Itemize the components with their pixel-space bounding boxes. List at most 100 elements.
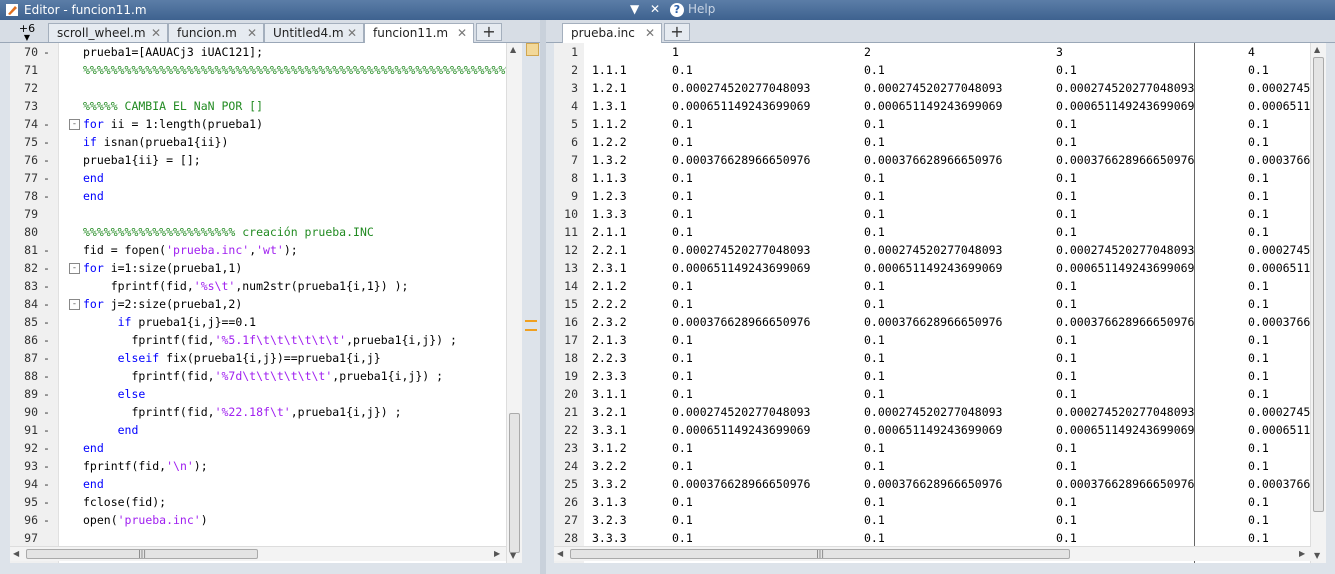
- file-line[interactable]: 15 2.2.2 0.1 0.1 0.1 0.1: [554, 295, 1311, 313]
- code-line[interactable]: 84- - for j=2:size(prueba1,2): [10, 295, 506, 313]
- breakpoint-marker[interactable]: -: [43, 511, 50, 529]
- code-line[interactable]: 72: [10, 79, 506, 97]
- code-line[interactable]: 70- prueba1=[AAUACj3 iUAC121];: [10, 43, 506, 61]
- file-line[interactable]: 13 2.3.1 0.000651149243699069 0.00065114924…: [554, 259, 1311, 277]
- breakpoint-marker[interactable]: -: [43, 439, 50, 457]
- fold-toggle-icon[interactable]: -: [69, 263, 80, 274]
- code-line[interactable]: 92- end: [10, 439, 506, 457]
- scroll-right-arrow-icon[interactable]: ▶: [494, 549, 500, 558]
- file-line[interactable]: 17 2.1.3 0.1 0.1 0.1 0.1: [554, 331, 1311, 349]
- tab-close-icon[interactable]: ✕: [645, 26, 655, 40]
- file-line[interactable]: 7 1.3.2 0.000376628966650976 0.000376628966…: [554, 151, 1311, 169]
- breakpoint-marker[interactable]: -: [43, 259, 50, 277]
- breakpoint-marker[interactable]: -: [43, 151, 50, 169]
- code-line[interactable]: 97: [10, 529, 506, 547]
- file-line[interactable]: 28 3.3.3 0.1 0.1 0.1 0.1: [554, 529, 1311, 547]
- file-content[interactable]: 1 1 2 3 4 2 1.1.1 0.1 0.1 0.1 0.1 3 1.2.1 0.000274520…: [554, 43, 1311, 563]
- file-line[interactable]: 22 3.3.1 0.000651149243699069 0.00065114924…: [554, 421, 1311, 439]
- fold-toggle-icon[interactable]: -: [69, 119, 80, 130]
- code-line[interactable]: 71%%%%%%%%%%%%%%%%%%%%%%%%%%%%%%%%%%%%%%…: [10, 61, 506, 79]
- code-line[interactable]: 82- - for i=1:size(prueba1,1): [10, 259, 506, 277]
- code-line[interactable]: 81- fid = fopen('prueba.inc','wt');: [10, 241, 506, 259]
- breakpoint-marker[interactable]: -: [43, 331, 50, 349]
- tab-close-icon[interactable]: ✕: [457, 26, 467, 40]
- file-line[interactable]: 14 2.1.2 0.1 0.1 0.1 0.1: [554, 277, 1311, 295]
- file-line[interactable]: 5 1.1.2 0.1 0.1 0.1 0.1: [554, 115, 1311, 133]
- code-line[interactable]: 76- prueba1{ii} = [];: [10, 151, 506, 169]
- file-line[interactable]: 24 3.2.2 0.1 0.1 0.1 0.1: [554, 457, 1311, 475]
- breakpoint-marker[interactable]: -: [43, 313, 50, 331]
- file-line[interactable]: 23 3.1.2 0.1 0.1 0.1 0.1: [554, 439, 1311, 457]
- code-line[interactable]: 80 %%%%%%%%%%%%%%%%%%%%%% creación prueba…: [10, 223, 506, 241]
- breakpoint-marker[interactable]: -: [43, 367, 50, 385]
- dock-menu-icon[interactable]: ▼: [630, 2, 639, 16]
- scroll-up-arrow-icon[interactable]: ▲: [1314, 45, 1320, 54]
- file-line[interactable]: 1 1 2 3 4: [554, 43, 1311, 61]
- breakpoint-marker[interactable]: -: [43, 421, 50, 439]
- close-icon[interactable]: ✕: [650, 2, 660, 16]
- warning-marker-icon[interactable]: [525, 320, 537, 331]
- code-analyzer-status-icon[interactable]: [526, 43, 539, 56]
- tab-funcion11[interactable]: funcion11.m ✕: [364, 23, 474, 43]
- tab-prueba-inc[interactable]: prueba.inc ✕: [562, 23, 662, 43]
- breakpoint-marker[interactable]: -: [43, 43, 50, 61]
- help-button[interactable]: ? Help: [670, 2, 715, 17]
- file-line[interactable]: 20 3.1.1 0.1 0.1 0.1 0.1: [554, 385, 1311, 403]
- breakpoint-marker[interactable]: -: [43, 385, 50, 403]
- file-line[interactable]: 25 3.3.2 0.000376628966650976 0.00037662896…: [554, 475, 1311, 493]
- scroll-up-arrow-icon[interactable]: ▲: [510, 45, 516, 54]
- scroll-right-arrow-icon[interactable]: ▶: [1299, 549, 1305, 558]
- scroll-left-arrow-icon[interactable]: ◀: [557, 549, 563, 558]
- breakpoint-marker[interactable]: -: [43, 133, 50, 151]
- code-line[interactable]: 95- fclose(fid);: [10, 493, 506, 511]
- breakpoint-marker[interactable]: -: [43, 115, 50, 133]
- scroll-left-arrow-icon[interactable]: ◀: [13, 549, 19, 558]
- file-line[interactable]: 26 3.1.3 0.1 0.1 0.1 0.1: [554, 493, 1311, 511]
- hscroll-thumb[interactable]: |||: [570, 549, 1070, 559]
- file-line[interactable]: 16 2.3.2 0.000376628966650976 0.00037662896…: [554, 313, 1311, 331]
- new-tab-button[interactable]: +: [664, 23, 690, 41]
- fold-toggle-icon[interactable]: -: [69, 299, 80, 310]
- code-line[interactable]: 86- fprintf(fid,'%5.1f\t\t\t\t\t\t',prue…: [10, 331, 506, 349]
- file-line[interactable]: 19 2.3.3 0.1 0.1 0.1 0.1: [554, 367, 1311, 385]
- code-line[interactable]: 96- open('prueba.inc'): [10, 511, 506, 529]
- tab-scroll-wheel[interactable]: scroll_wheel.m ✕: [48, 23, 168, 42]
- scroll-down-arrow-icon[interactable]: ▼: [1314, 551, 1320, 560]
- code-line[interactable]: 83- fprintf(fid,'%s\t',num2str(prueba1{i…: [10, 277, 506, 295]
- file-line[interactable]: 12 2.2.1 0.000274520277048093 0.00027452027…: [554, 241, 1311, 259]
- code-line[interactable]: 91- end: [10, 421, 506, 439]
- code-line[interactable]: 93- fprintf(fid,'\n');: [10, 457, 506, 475]
- file-line[interactable]: 27 3.2.3 0.1 0.1 0.1 0.1: [554, 511, 1311, 529]
- breakpoint-marker[interactable]: -: [43, 169, 50, 187]
- horizontal-scrollbar[interactable]: ◀ ||| ▶: [10, 546, 506, 561]
- breakpoint-marker[interactable]: -: [43, 277, 50, 295]
- breakpoint-marker[interactable]: -: [43, 295, 50, 313]
- breakpoint-marker[interactable]: -: [43, 493, 50, 511]
- tab-close-icon[interactable]: ✕: [151, 26, 161, 40]
- file-line[interactable]: 21 3.2.1 0.000274520277048093 0.00027452027…: [554, 403, 1311, 421]
- code-line[interactable]: 78- end: [10, 187, 506, 205]
- scroll-thumb[interactable]: [1313, 57, 1324, 512]
- breakpoint-marker[interactable]: -: [43, 475, 50, 493]
- breakpoint-marker[interactable]: -: [43, 349, 50, 367]
- code-line[interactable]: 87- elseif fix(prueba1{i,j})==prueba1{i,…: [10, 349, 506, 367]
- code-line[interactable]: 79: [10, 205, 506, 223]
- file-line[interactable]: 10 1.3.3 0.1 0.1 0.1 0.1: [554, 205, 1311, 223]
- new-tab-button[interactable]: +: [476, 23, 502, 41]
- file-line[interactable]: 11 2.1.1 0.1 0.1 0.1 0.1: [554, 223, 1311, 241]
- file-line[interactable]: 18 2.2.3 0.1 0.1 0.1 0.1: [554, 349, 1311, 367]
- file-line[interactable]: 9 1.2.3 0.1 0.1 0.1 0.1: [554, 187, 1311, 205]
- scroll-down-arrow-icon[interactable]: ▼: [510, 551, 516, 560]
- breakpoint-marker[interactable]: -: [43, 457, 50, 475]
- vertical-scrollbar[interactable]: ▲ ▼: [1310, 43, 1326, 563]
- code-line[interactable]: 90- fprintf(fid,'%22.18f\t',prueba1{i,j}…: [10, 403, 506, 421]
- file-line[interactable]: 8 1.1.3 0.1 0.1 0.1 0.1: [554, 169, 1311, 187]
- breakpoint-marker[interactable]: -: [43, 187, 50, 205]
- vertical-scrollbar[interactable]: ▲ ▼: [506, 43, 522, 563]
- tab-overflow-button[interactable]: +6 ▼: [10, 22, 44, 42]
- horizontal-scrollbar[interactable]: ◀ ||| ▶: [554, 546, 1311, 561]
- code-line[interactable]: 88- fprintf(fid,'%7d\t\t\t\t\t\t',prueba…: [10, 367, 506, 385]
- tab-funcion[interactable]: funcion.m ✕: [168, 23, 264, 42]
- code-line[interactable]: 94- end: [10, 475, 506, 493]
- code-line[interactable]: 73 %%%%% CAMBIA EL NaN POR []: [10, 97, 506, 115]
